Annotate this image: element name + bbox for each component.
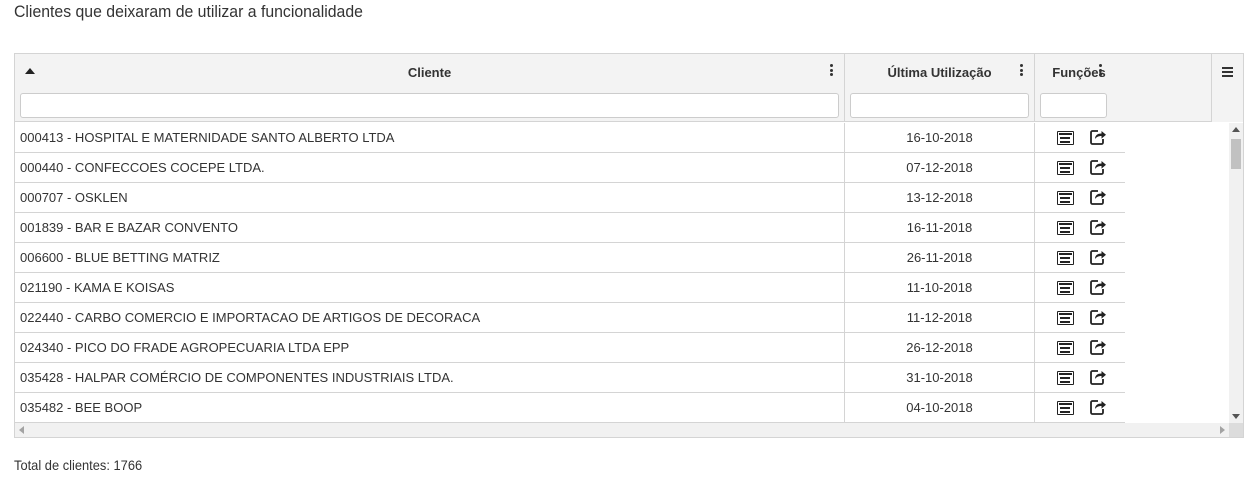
column-title-ultima-utilizacao: Última Utilização: [887, 65, 992, 80]
list-details-icon[interactable]: [1057, 341, 1074, 355]
page-title: Clientes que deixaram de utilizar a func…: [14, 2, 363, 21]
share-icon[interactable]: [1089, 188, 1107, 206]
cell-funcoes: [1035, 153, 1125, 183]
cell-cliente: 024340 - PICO DO FRADE AGROPECUARIA LTDA…: [15, 333, 845, 363]
grid-header: Cliente Última Utilização Funções: [15, 54, 1243, 122]
cell-funcoes: [1035, 183, 1125, 213]
table-row[interactable]: 022440 - CARBO COMERCIO E IMPORTACAO DE …: [15, 303, 1125, 333]
scrollbar-thumb[interactable]: [1231, 139, 1241, 169]
cell-cliente: 000440 - CONFECCOES COCEPE LTDA.: [15, 153, 845, 183]
vertical-scrollbar[interactable]: [1229, 123, 1243, 423]
grid-menu-icon[interactable]: [1211, 54, 1243, 122]
cell-cliente: 035482 - BEE BOOP: [15, 393, 845, 423]
column-menu-icon[interactable]: [826, 64, 836, 78]
table-row[interactable]: 001839 - BAR E BAZAR CONVENTO 16-11-2018: [15, 213, 1125, 243]
filter-input-funcoes[interactable]: [1040, 93, 1107, 118]
cell-funcoes: [1035, 273, 1125, 303]
share-icon[interactable]: [1089, 128, 1107, 146]
table-row[interactable]: 000707 - OSKLEN 13-12-2018: [15, 183, 1125, 213]
table-row[interactable]: 000440 - CONFECCOES COCEPE LTDA. 07-12-20…: [15, 153, 1125, 183]
list-details-icon[interactable]: [1057, 131, 1074, 145]
column-header-cliente[interactable]: Cliente: [15, 54, 845, 122]
cell-cliente: 035428 - HALPAR COMÉRCIO DE COMPONENTES …: [15, 363, 845, 393]
cell-ultima-utilizacao: 16-10-2018: [845, 123, 1035, 153]
horizontal-scrollbar[interactable]: [15, 423, 1243, 437]
table-row[interactable]: 006600 - BLUE BETTING MATRIZ 26-11-2018: [15, 243, 1125, 273]
scroll-up-icon[interactable]: [1232, 127, 1240, 132]
column-menu-icon[interactable]: [1016, 64, 1026, 78]
cell-funcoes: [1035, 363, 1125, 393]
cell-ultima-utilizacao: 26-12-2018: [845, 333, 1035, 363]
share-icon[interactable]: [1089, 368, 1107, 386]
filter-input-ultima-utilizacao[interactable]: [850, 93, 1029, 118]
cell-cliente: 006600 - BLUE BETTING MATRIZ: [15, 243, 845, 273]
table-row[interactable]: 035482 - BEE BOOP 04-10-2018: [15, 393, 1125, 423]
share-icon[interactable]: [1089, 158, 1107, 176]
column-menu-icon[interactable]: [1095, 64, 1105, 78]
list-details-icon[interactable]: [1057, 281, 1074, 295]
list-details-icon[interactable]: [1057, 251, 1074, 265]
cell-ultima-utilizacao: 31-10-2018: [845, 363, 1035, 393]
table-row[interactable]: 000413 - HOSPITAL E MATERNIDADE SANTO AL…: [15, 123, 1125, 153]
cell-cliente: 000413 - HOSPITAL E MATERNIDADE SANTO AL…: [15, 123, 845, 153]
list-details-icon[interactable]: [1057, 401, 1074, 415]
cell-funcoes: [1035, 393, 1125, 423]
cell-ultima-utilizacao: 11-12-2018: [845, 303, 1035, 333]
cell-funcoes: [1035, 333, 1125, 363]
table-row[interactable]: 035428 - HALPAR COMÉRCIO DE COMPONENTES …: [15, 363, 1125, 393]
list-details-icon[interactable]: [1057, 161, 1074, 175]
share-icon[interactable]: [1089, 338, 1107, 356]
share-icon[interactable]: [1089, 398, 1107, 416]
share-icon[interactable]: [1089, 278, 1107, 296]
cell-funcoes: [1035, 243, 1125, 273]
column-title-cliente: Cliente: [407, 65, 452, 80]
column-header-funcoes[interactable]: Funções: [1035, 54, 1211, 122]
cell-cliente: 000707 - OSKLEN: [15, 183, 845, 213]
grid-body: 000413 - HOSPITAL E MATERNIDADE SANTO AL…: [15, 123, 1229, 423]
cell-ultima-utilizacao: 16-11-2018: [845, 213, 1035, 243]
clients-grid: Cliente Última Utilização Funções 000413…: [14, 53, 1244, 438]
scrollbar-corner: [1229, 423, 1243, 437]
cell-ultima-utilizacao: 07-12-2018: [845, 153, 1035, 183]
table-row[interactable]: 021190 - KAMA E KOISAS 11-10-2018: [15, 273, 1125, 303]
list-details-icon[interactable]: [1057, 191, 1074, 205]
cell-ultima-utilizacao: 04-10-2018: [845, 393, 1035, 423]
table-row[interactable]: 024340 - PICO DO FRADE AGROPECUARIA LTDA…: [15, 333, 1125, 363]
cell-cliente: 022440 - CARBO COMERCIO E IMPORTACAO DE …: [15, 303, 845, 333]
share-icon[interactable]: [1089, 308, 1107, 326]
share-icon[interactable]: [1089, 248, 1107, 266]
total-clients: Total de clientes: 1766: [14, 457, 143, 473]
cell-cliente: 001839 - BAR E BAZAR CONVENTO: [15, 213, 845, 243]
column-header-ultima-utilizacao[interactable]: Última Utilização: [845, 54, 1035, 122]
list-details-icon[interactable]: [1057, 311, 1074, 325]
cell-cliente: 021190 - KAMA E KOISAS: [15, 273, 845, 303]
scroll-left-icon[interactable]: [19, 426, 24, 434]
filter-input-cliente[interactable]: [20, 93, 839, 118]
scroll-right-icon[interactable]: [1220, 426, 1225, 434]
scroll-down-icon[interactable]: [1232, 414, 1240, 419]
cell-funcoes: [1035, 213, 1125, 243]
cell-ultima-utilizacao: 11-10-2018: [845, 273, 1035, 303]
share-icon[interactable]: [1089, 218, 1107, 236]
cell-funcoes: [1035, 303, 1125, 333]
cell-ultima-utilizacao: 13-12-2018: [845, 183, 1035, 213]
list-details-icon[interactable]: [1057, 221, 1074, 235]
column-title-funcoes: Funções: [1052, 65, 1106, 80]
cell-ultima-utilizacao: 26-11-2018: [845, 243, 1035, 273]
list-details-icon[interactable]: [1057, 371, 1074, 385]
cell-funcoes: [1035, 123, 1125, 153]
